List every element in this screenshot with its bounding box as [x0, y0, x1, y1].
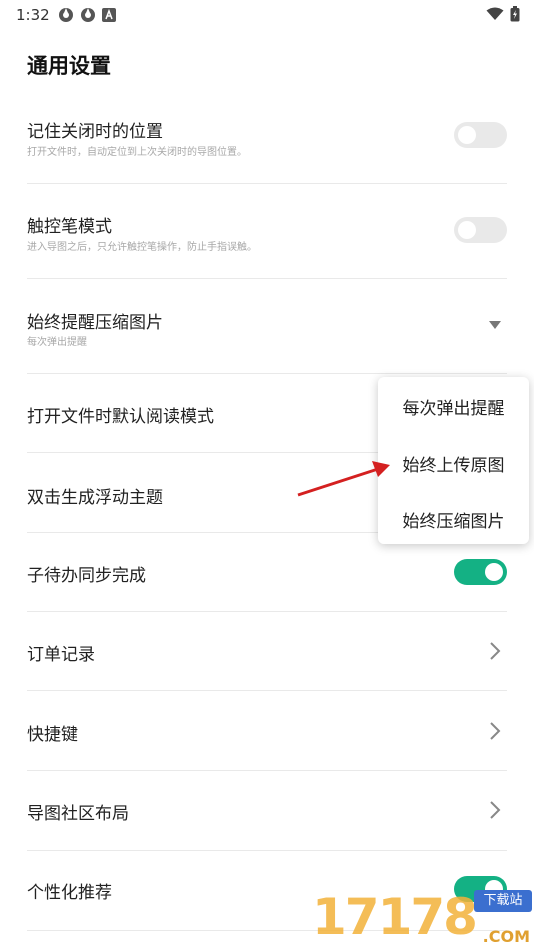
- app-notification-icon: [59, 8, 73, 22]
- chevron-right-icon: [490, 722, 501, 740]
- divider: [27, 183, 507, 184]
- setting-subtitle: 每次弹出提醒: [27, 337, 87, 348]
- caret-down-icon[interactable]: [488, 320, 502, 330]
- divider: [27, 278, 507, 279]
- toggle-knob: [458, 126, 476, 144]
- setting-title: 快捷键: [27, 725, 78, 745]
- toggle-knob: [458, 221, 476, 239]
- watermark-badge: 下载站: [474, 890, 532, 912]
- font-a-icon: [102, 8, 116, 22]
- setting-title: 个性化推荐: [27, 883, 112, 903]
- setting-community-layout[interactable]: 导图社区布局: [0, 770, 534, 850]
- dropdown-option[interactable]: 始终压缩图片: [378, 507, 529, 532]
- setting-title: 始终提醒压缩图片: [27, 313, 163, 333]
- annotation-arrow-icon: [297, 461, 390, 497]
- watermark-digits: 17178: [312, 888, 478, 946]
- setting-shortcuts[interactable]: 快捷键: [0, 690, 534, 770]
- wifi-icon: [486, 7, 504, 20]
- setting-title: 订单记录: [27, 645, 95, 665]
- setting-title: 触控笔模式: [27, 217, 112, 237]
- compress-images-dropdown-menu: 每次弹出提醒 始终上传原图 始终压缩图片: [378, 377, 529, 544]
- watermark-logo: 17178 下载站 .COM: [312, 884, 534, 950]
- status-bar: 1:32: [0, 0, 534, 28]
- page-title: 通用设置: [27, 54, 111, 78]
- setting-subtitle: 进入导图之后，只允许触控笔操作，防止手指误触。: [27, 242, 257, 253]
- setting-title: 双击生成浮动主题: [27, 488, 163, 508]
- watermark-domain: .COM: [482, 927, 530, 946]
- setting-title: 记住关闭时的位置: [27, 122, 163, 142]
- setting-order-records[interactable]: 订单记录: [0, 611, 534, 690]
- system-icons: [486, 6, 520, 22]
- remember-position-toggle[interactable]: [454, 122, 507, 148]
- battery-charging-icon: [510, 6, 520, 22]
- app-notification-icon: [81, 8, 95, 22]
- status-time: 1:32: [16, 6, 50, 24]
- setting-stylus-mode[interactable]: 触控笔模式 进入导图之后，只允许触控笔操作，防止手指误触。: [0, 200, 534, 278]
- subtask-sync-toggle[interactable]: [454, 559, 507, 585]
- dropdown-option[interactable]: 始终上传原图: [378, 451, 529, 476]
- chevron-right-icon: [490, 801, 501, 819]
- setting-subtitle: 打开文件时，自动定位到上次关闭时的导图位置。: [27, 147, 247, 158]
- setting-remember-position[interactable]: 记住关闭时的位置 打开文件时，自动定位到上次关闭时的导图位置。: [0, 105, 534, 183]
- stylus-mode-toggle[interactable]: [454, 217, 507, 243]
- chevron-right-icon: [490, 642, 501, 660]
- dropdown-option[interactable]: 每次弹出提醒: [378, 394, 529, 419]
- setting-title: 打开文件时默认阅读模式: [27, 407, 214, 427]
- setting-title: 子待办同步完成: [27, 566, 146, 586]
- setting-compress-images[interactable]: 始终提醒压缩图片 每次弹出提醒: [0, 296, 534, 374]
- toggle-knob: [485, 563, 503, 581]
- notification-icons: [58, 7, 116, 23]
- setting-title: 导图社区布局: [27, 804, 129, 824]
